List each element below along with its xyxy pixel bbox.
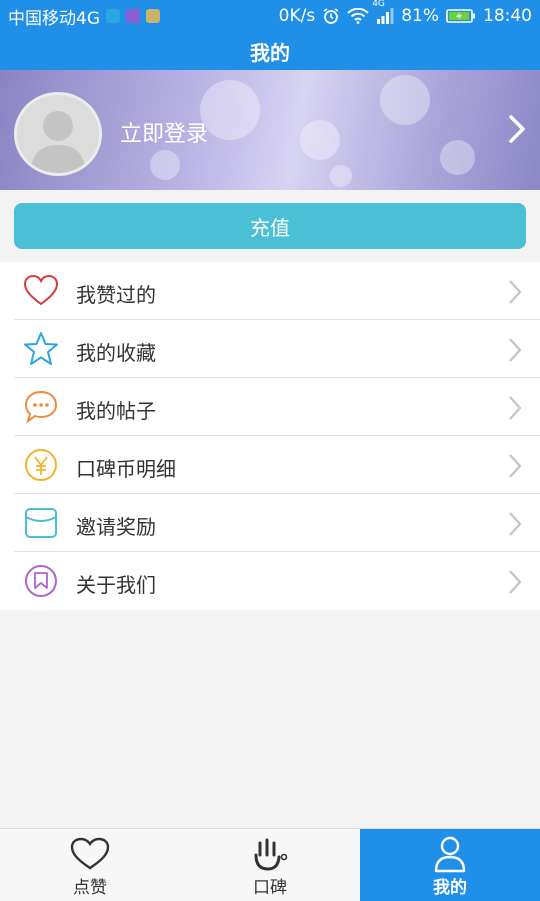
tab-label: 点赞 xyxy=(73,878,107,898)
menu-item-label: 我的收藏 xyxy=(76,341,156,365)
speech-bubble-icon xyxy=(22,389,60,425)
bottom-nav: 点赞 口碑 我的 xyxy=(0,828,540,901)
menu-item-coins[interactable]: 口碑币明细 xyxy=(0,436,540,494)
message-notification-icon xyxy=(106,9,120,23)
tab-reputation[interactable]: 口碑 xyxy=(180,829,360,901)
star-icon xyxy=(22,331,60,367)
signal-icon: 4G xyxy=(372,0,394,24)
menu-item-label: 口碑币明细 xyxy=(76,457,176,481)
battery-charging-icon xyxy=(446,8,476,24)
chevron-right-icon xyxy=(508,569,522,599)
tab-mine[interactable]: 我的 xyxy=(360,829,540,901)
person-icon xyxy=(428,835,472,873)
gallery-notification-icon xyxy=(126,9,140,23)
clock: 18:40 xyxy=(483,6,532,26)
app-notification-icon xyxy=(146,9,160,23)
title-bar: 我的 xyxy=(0,32,540,70)
login-link[interactable]: 立即登录 xyxy=(120,116,208,148)
chevron-right-icon[interactable] xyxy=(508,114,526,148)
hand-pointer-icon xyxy=(248,835,292,873)
tab-label: 我的 xyxy=(433,878,467,898)
recharge-button[interactable]: 充值 xyxy=(14,203,526,249)
page-title: 我的 xyxy=(250,40,290,65)
yen-coin-icon xyxy=(22,447,60,483)
alarm-icon xyxy=(322,7,340,25)
menu-item-liked[interactable]: 我赞过的 xyxy=(0,262,540,320)
wifi-icon xyxy=(347,8,369,24)
chevron-right-icon xyxy=(508,395,522,425)
chevron-right-icon xyxy=(508,453,522,483)
menu-item-label: 关于我们 xyxy=(76,573,156,597)
menu-list: 我赞过的 我的收藏 我的帖子 口碑币明细 邀请奖励 关于我们 xyxy=(0,262,540,610)
heart-icon xyxy=(22,273,60,309)
profile-banner[interactable]: 立即登录 xyxy=(0,70,540,190)
tab-label: 口碑 xyxy=(253,878,287,898)
menu-item-posts[interactable]: 我的帖子 xyxy=(0,378,540,436)
chevron-right-icon xyxy=(508,279,522,309)
default-avatar-icon xyxy=(31,111,85,173)
avatar[interactable] xyxy=(14,92,102,176)
menu-item-about[interactable]: 关于我们 xyxy=(0,552,540,610)
menu-item-label: 我赞过的 xyxy=(76,283,156,307)
tab-likes[interactable]: 点赞 xyxy=(0,829,180,901)
menu-item-label: 我的帖子 xyxy=(76,399,156,423)
chevron-right-icon xyxy=(508,337,522,367)
menu-item-invite[interactable]: 邀请奖励 xyxy=(0,494,540,552)
battery-percent: 81% xyxy=(401,6,439,26)
signal-type-label: 4G xyxy=(372,0,385,9)
heart-outline-icon xyxy=(68,835,112,873)
envelope-icon xyxy=(22,505,60,541)
carrier-label: 中国移动4G xyxy=(8,8,100,29)
chevron-right-icon xyxy=(508,511,522,541)
status-bar: 中国移动4G 0K/s 4G 81% 18:40 xyxy=(0,0,540,32)
network-speed: 0K/s xyxy=(278,6,316,26)
menu-item-label: 邀请奖励 xyxy=(76,515,156,539)
bookmark-icon xyxy=(22,563,60,599)
menu-item-favorites[interactable]: 我的收藏 xyxy=(0,320,540,378)
recharge-label: 充值 xyxy=(250,215,290,240)
